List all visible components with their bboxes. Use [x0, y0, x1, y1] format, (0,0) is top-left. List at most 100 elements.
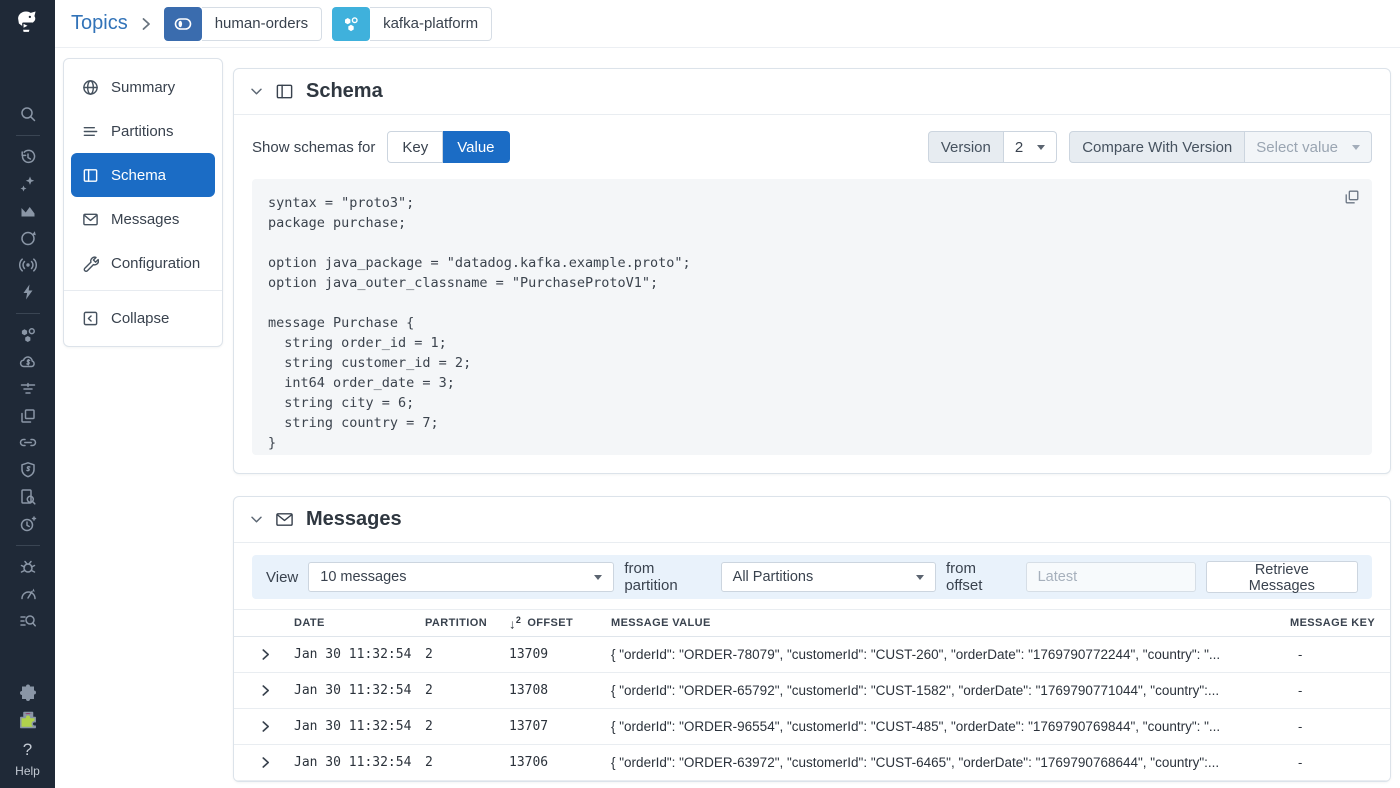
partition-column-header[interactable]: PARTITION	[425, 617, 509, 629]
search-icon[interactable]	[18, 105, 38, 123]
table-row[interactable]: Jan 30 11:32:54 2 13707 { "orderId": "OR…	[234, 709, 1390, 745]
wrench-icon	[83, 255, 99, 272]
topic-nav-card: Summary Partitions Schema Messages Confi…	[63, 58, 223, 347]
expand-row-chevron-icon[interactable]	[252, 684, 294, 697]
nav-item-label: Configuration	[111, 254, 201, 272]
collapse-panel-icon	[83, 311, 98, 325]
partition-value: All Partitions	[732, 569, 814, 585]
nav-collapse-button[interactable]: Collapse	[71, 296, 215, 340]
caret-down-icon	[915, 574, 924, 580]
security-shield-icon[interactable]	[18, 461, 38, 479]
expand-row-chevron-icon[interactable]	[252, 756, 294, 769]
table-row[interactable]: Jan 30 11:32:54 2 13706 { "orderId": "OR…	[234, 745, 1390, 781]
partition-select[interactable]: All Partitions	[720, 562, 936, 592]
nav-item-summary[interactable]: Summary	[71, 65, 215, 109]
message-key-cell: -	[1298, 719, 1303, 734]
message-key-cell: -	[1298, 755, 1303, 770]
date-cell: Jan 30 11:32:54	[294, 683, 412, 698]
topic-icon	[163, 6, 202, 41]
expand-row-chevron-icon[interactable]	[252, 720, 294, 733]
marketplace-puzzle-icon[interactable]	[18, 711, 38, 729]
schema-table-icon	[276, 84, 293, 99]
cluster-icon	[332, 6, 371, 41]
monitors-clock-plus-icon[interactable]	[18, 515, 38, 533]
collapse-label: Collapse	[111, 309, 170, 327]
offset-cell: 13707	[509, 719, 549, 734]
message-count-value: 10 messages	[320, 569, 407, 585]
data-streams-cluster-icon[interactable]	[18, 326, 38, 344]
events-bolt-icon[interactable]	[18, 283, 38, 301]
offset-column-header[interactable]: ↓2 OFFSET	[509, 615, 597, 631]
caret-down-icon	[1037, 144, 1046, 150]
nav-item-label: Partitions	[111, 122, 174, 140]
cluster-badge[interactable]: kafka-platform	[332, 6, 493, 41]
live-tail-icon[interactable]	[18, 256, 38, 274]
offset-cell: 13709	[509, 647, 549, 662]
log-pipelines-icon[interactable]	[18, 380, 38, 398]
date-cell: Jan 30 11:32:54	[294, 755, 412, 770]
value-toggle-button[interactable]: Value	[443, 131, 510, 163]
key-toggle-button[interactable]: Key	[387, 131, 444, 163]
from-partition-label: from partition	[624, 560, 678, 594]
metrics-chart-icon[interactable]	[18, 202, 38, 220]
panels-column: Schema Show schemas for Key Value Versio…	[233, 68, 1391, 782]
schema-panel-header: Schema	[234, 69, 1390, 115]
date-column-header[interactable]: DATE	[294, 617, 425, 629]
breadcrumb: Topics human-orders kafka-platform	[55, 0, 1400, 48]
nav-item-configuration[interactable]: Configuration	[71, 241, 215, 285]
partition-cell: 2	[425, 719, 433, 734]
main-area: Topics human-orders kafka-platform Summa…	[55, 0, 1400, 788]
chevron-down-icon[interactable]	[250, 515, 263, 524]
log-explorer-icon[interactable]	[18, 612, 38, 630]
error-tracking-bug-icon[interactable]	[18, 558, 38, 576]
software-catalog-icon[interactable]	[18, 407, 38, 425]
cluster-badge-label: kafka-platform	[370, 6, 493, 41]
retrieve-messages-button[interactable]: Retrieve Messages	[1205, 561, 1359, 594]
sort-descending-icon[interactable]: ↓2	[509, 615, 521, 631]
copilot-sparkles-icon[interactable]	[18, 175, 38, 193]
messages-table: DATE PARTITION ↓2 OFFSET MESSAGE VALUE M…	[234, 609, 1390, 781]
table-row[interactable]: Jan 30 11:32:54 2 13708 { "orderId": "OR…	[234, 673, 1390, 709]
copy-icon[interactable]	[1344, 189, 1360, 210]
service-links-icon[interactable]	[18, 434, 38, 452]
help-icon[interactable]: ?	[23, 740, 32, 760]
nav-item-messages[interactable]: Messages	[71, 197, 215, 241]
topic-badge[interactable]: human-orders	[163, 6, 323, 41]
nav-item-schema[interactable]: Schema	[71, 153, 215, 197]
table-row[interactable]: Jan 30 11:32:54 2 13709 { "orderId": "OR…	[234, 637, 1390, 673]
audit-trail-icon[interactable]	[18, 488, 38, 506]
datadog-logo-icon[interactable]	[14, 8, 42, 41]
integrations-puzzle-icon[interactable]	[18, 684, 38, 702]
partition-cell: 2	[425, 647, 433, 662]
message-key-column-header[interactable]: MESSAGE KEY	[1290, 617, 1390, 629]
view-label: View	[266, 568, 299, 586]
offset-header-label: OFFSET	[527, 616, 574, 629]
profiling-gauge-icon[interactable]	[18, 585, 38, 603]
expand-row-chevron-icon[interactable]	[252, 648, 294, 661]
nav-item-partitions[interactable]: Partitions	[71, 109, 215, 153]
cloud-cost-icon[interactable]	[18, 353, 38, 371]
compare-version-select[interactable]: Select value	[1245, 131, 1372, 163]
messages-panel: Messages View 10 messages from partition…	[233, 496, 1391, 782]
offset-input[interactable]	[1025, 562, 1196, 592]
version-value: 2	[1014, 138, 1024, 156]
globe-icon	[83, 79, 98, 95]
message-value-column-header[interactable]: MESSAGE VALUE	[597, 617, 1290, 629]
envelope-icon	[276, 513, 293, 526]
schema-controls: Show schemas for Key Value Version 2 Com…	[252, 131, 1372, 163]
version-select[interactable]: 2	[1003, 131, 1058, 163]
chevron-right-icon	[140, 16, 152, 32]
breadcrumb-topics-link[interactable]: Topics	[71, 12, 128, 35]
sidebar-divider	[15, 545, 40, 546]
compare-version-control: Compare With Version Select value	[1069, 131, 1372, 163]
schema-table-icon	[83, 168, 98, 182]
nav-divider	[64, 290, 222, 291]
sidebar-help[interactable]: ? Help	[15, 740, 40, 778]
history-icon[interactable]	[18, 148, 38, 166]
nav-item-label: Summary	[111, 78, 176, 96]
apm-target-icon[interactable]	[18, 229, 38, 247]
content-area: Summary Partitions Schema Messages Confi…	[55, 48, 1400, 788]
sidebar-divider	[15, 313, 40, 314]
message-count-select[interactable]: 10 messages	[308, 562, 615, 592]
chevron-down-icon[interactable]	[250, 87, 263, 96]
